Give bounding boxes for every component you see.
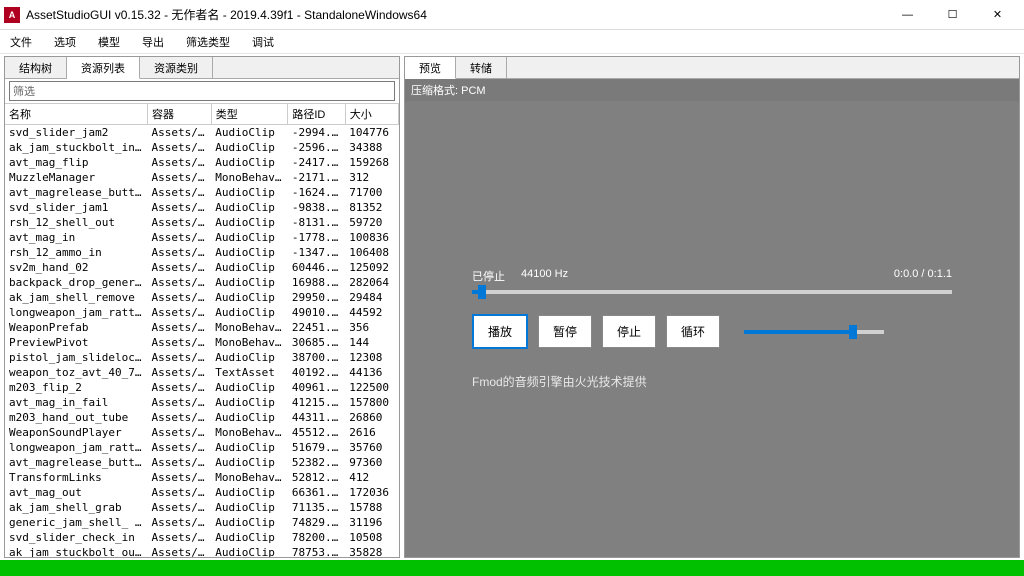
left-panel: 结构树 资源列表 资源类别 筛选 名称 容器 类型 路径ID 大小 <box>4 56 400 558</box>
table-row[interactable]: backpack_drop_generic2Assets/C...AudioCl… <box>5 275 399 290</box>
table-row[interactable]: sv2m_hand_02Assets/C...AudioClip60446...… <box>5 260 399 275</box>
menu-file[interactable]: 文件 <box>6 32 36 52</box>
table-row[interactable]: rsh_12_ammo_inAssets/C...AudioClip-1347.… <box>5 245 399 260</box>
col-container[interactable]: 容器 <box>148 104 212 125</box>
menu-filter-type[interactable]: 筛选类型 <box>182 32 234 52</box>
audio-time: 0:0.0 / 0:1.1 <box>894 268 952 284</box>
stop-button[interactable]: 停止 <box>602 315 656 348</box>
menu-debug[interactable]: 调试 <box>248 32 278 52</box>
audio-sample-rate: 44100 Hz <box>521 268 568 284</box>
tab-asset-class[interactable]: 资源类别 <box>140 57 213 78</box>
pause-button[interactable]: 暂停 <box>538 315 592 348</box>
table-row[interactable]: svd_slider_check_inAssets/C...AudioClip7… <box>5 530 399 545</box>
filter-placeholder: 筛选 <box>13 86 35 98</box>
menu-options[interactable]: 选项 <box>50 32 80 52</box>
volume-slider[interactable] <box>744 330 884 334</box>
seek-slider[interactable] <box>472 290 952 294</box>
table-row[interactable]: longweapon_jam_rattle4Assets/C...AudioCl… <box>5 305 399 320</box>
table-row[interactable]: TransformLinksAssets/C...MonoBehaviour52… <box>5 470 399 485</box>
col-name[interactable]: 名称 <box>5 104 148 125</box>
right-panel: 预览 转储 压缩格式: PCM 已停止 44100 Hz 0:0.0 / 0:1… <box>404 56 1020 558</box>
tab-asset-list[interactable]: 资源列表 <box>67 57 140 79</box>
preview-body: 已停止 44100 Hz 0:0.0 / 0:1.1 播放 暂停 停止 循环 <box>405 101 1019 557</box>
tab-scene-hierarchy[interactable]: 结构树 <box>5 57 67 78</box>
table-row[interactable]: ak_jam_stuckbolt_in_movingAssets/C...Aud… <box>5 140 399 155</box>
col-size[interactable]: 大小 <box>345 104 398 125</box>
col-pathid[interactable]: 路径ID <box>288 104 345 125</box>
menubar: 文件 选项 模型 导出 筛选类型 调试 <box>0 30 1024 54</box>
table-row[interactable]: pistol_jam_slidelock_grab1Assets/C...Aud… <box>5 350 399 365</box>
table-row[interactable]: m203_hand_out_tubeAssets/C...AudioClip44… <box>5 410 399 425</box>
table-row[interactable]: weapon_toz_avt_40_762x54...Assets/C...Te… <box>5 365 399 380</box>
table-row[interactable]: avt_mag_outAssets/C...AudioClip66361...1… <box>5 485 399 500</box>
table-row[interactable]: ak_jam_shell_removeAssets/C...AudioClip2… <box>5 290 399 305</box>
table-row[interactable]: svd_slider_jam2Assets/C...AudioClip-2994… <box>5 125 399 141</box>
audio-status: 已停止 <box>472 268 505 284</box>
right-tabs: 预览 转储 <box>405 57 1019 79</box>
menu-export[interactable]: 导出 <box>138 32 168 52</box>
close-button[interactable]: ✕ <box>975 1 1020 29</box>
table-row[interactable]: ak_jam_shell_grabAssets/C...AudioClip711… <box>5 500 399 515</box>
table-row[interactable]: generic_jam_shell_ remov...Assets/C...Au… <box>5 515 399 530</box>
table-row[interactable]: avt_mag_in_failAssets/C...AudioClip41215… <box>5 395 399 410</box>
window-title: AssetStudioGUI v0.15.32 - 无作者名 - 2019.4.… <box>26 6 885 23</box>
table-row[interactable]: avt_magrelease_button_upAssets/C...Audio… <box>5 455 399 470</box>
menu-model[interactable]: 模型 <box>94 32 124 52</box>
left-tabs: 结构树 资源列表 资源类别 <box>5 57 399 79</box>
table-row[interactable]: svd_slider_jam1Assets/C...AudioClip-9838… <box>5 200 399 215</box>
play-button[interactable]: 播放 <box>472 314 528 349</box>
table-row[interactable]: ak_jam_stuckbolt_out_hit3Assets/C...Audi… <box>5 545 399 557</box>
table-row[interactable]: WeaponPrefabAssets/C...MonoBehaviour2245… <box>5 320 399 335</box>
loop-button[interactable]: 循环 <box>666 315 720 348</box>
table-row[interactable]: longweapon_jam_rattle1Assets/C...AudioCl… <box>5 440 399 455</box>
fmod-credit: Fmod的音频引擎由火光技术提供 <box>472 373 952 390</box>
table-row[interactable]: MuzzleManagerAssets/C...MonoBehaviour-21… <box>5 170 399 185</box>
tab-preview[interactable]: 预览 <box>405 57 456 79</box>
maximize-button[interactable]: ☐ <box>930 1 975 29</box>
table-row[interactable]: avt_magrelease_button_downAssets/C...Aud… <box>5 185 399 200</box>
table-row[interactable]: avt_mag_inAssets/C...AudioClip-1778...10… <box>5 230 399 245</box>
table-row[interactable]: PreviewPivotAssets/C...MonoBehaviour3068… <box>5 335 399 350</box>
minimize-button[interactable]: — <box>885 1 930 29</box>
asset-table[interactable]: 名称 容器 类型 路径ID 大小 svd_slider_jam2Assets/C… <box>5 104 399 557</box>
tab-dump[interactable]: 转储 <box>456 57 507 78</box>
filter-input[interactable]: 筛选 <box>9 81 395 101</box>
table-row[interactable]: WeaponSoundPlayerAssets/C...MonoBehaviou… <box>5 425 399 440</box>
table-row[interactable]: rsh_12_shell_outAssets/C...AudioClip-813… <box>5 215 399 230</box>
titlebar[interactable]: A AssetStudioGUI v0.15.32 - 无作者名 - 2019.… <box>0 0 1024 30</box>
preview-header: 压缩格式: PCM <box>405 79 1019 101</box>
table-row[interactable]: m203_flip_2Assets/C...AudioClip40961...1… <box>5 380 399 395</box>
col-type[interactable]: 类型 <box>211 104 288 125</box>
statusbar <box>0 560 1024 576</box>
table-row[interactable]: avt_mag_flipAssets/C...AudioClip-2417...… <box>5 155 399 170</box>
app-icon: A <box>4 7 20 23</box>
